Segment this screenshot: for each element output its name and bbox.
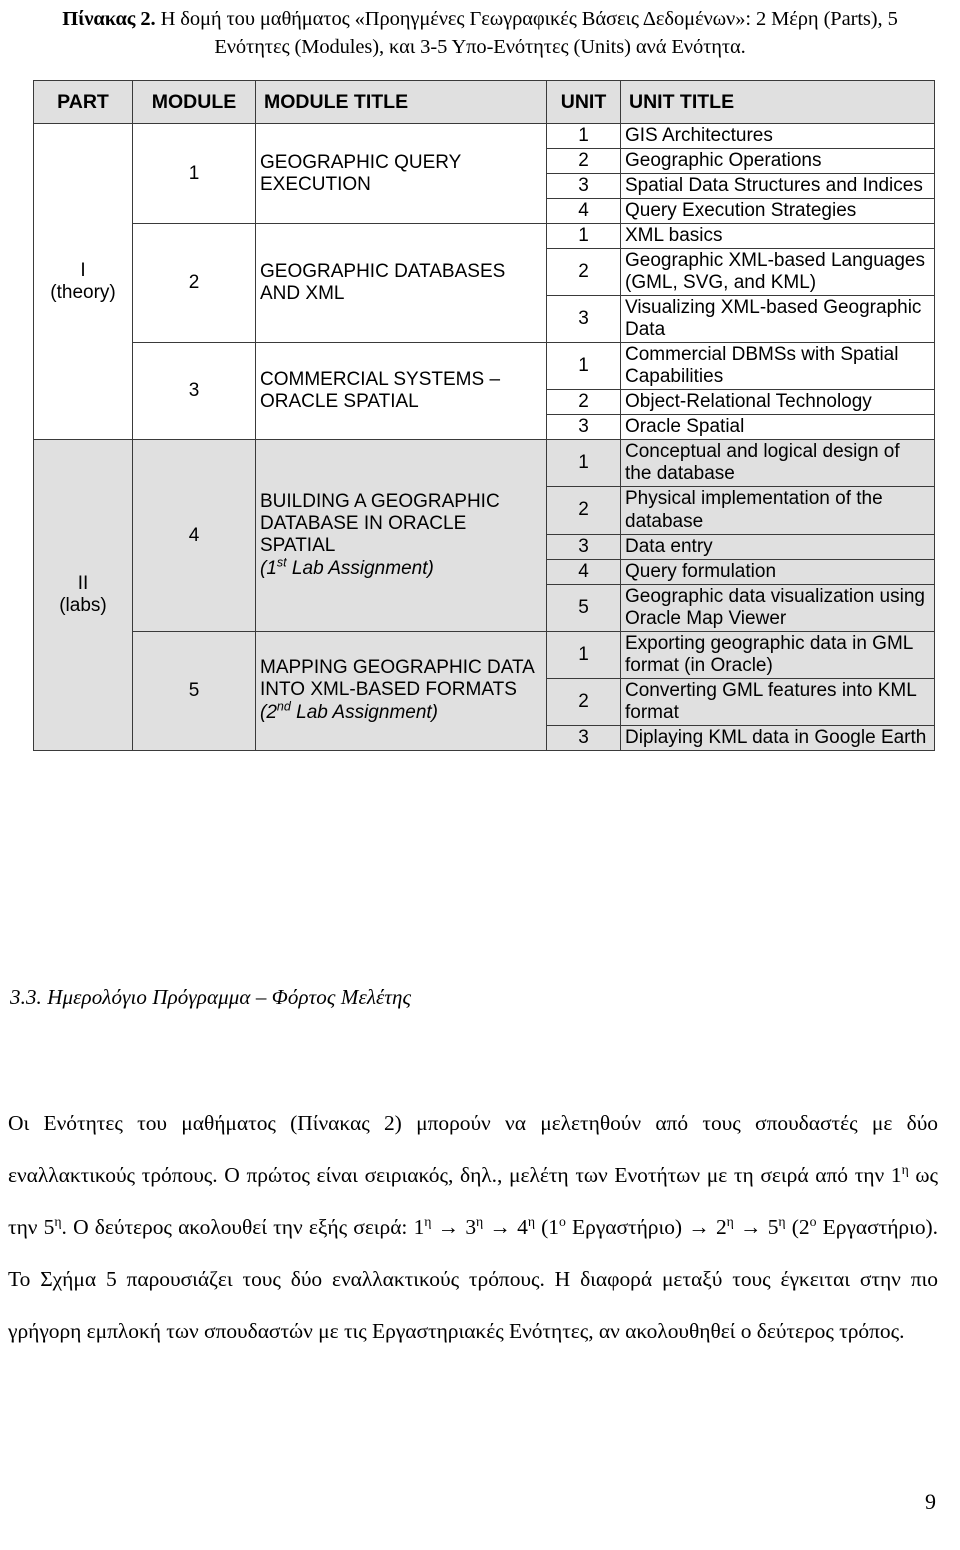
page-number: 9 <box>925 1489 936 1514</box>
unit-title-cell: Exporting geographic data in GML format … <box>620 630 935 679</box>
module-title-text: GEOGRAPHIC QUERY EXECUTION <box>260 151 461 195</box>
unit-number-cell: 3 <box>546 724 621 751</box>
table-caption-text: Η δομή του μαθήματος «Προηγμένες Γεωγραφ… <box>155 8 898 58</box>
paragraph-segment: Εργαστήριο) → 2 <box>565 1214 727 1239</box>
unit-number-cell: 2 <box>546 148 621 175</box>
part-sublabel: (labs) <box>59 595 107 617</box>
paragraph-segment: (2 <box>785 1214 810 1239</box>
column-header-unit: UNIT <box>546 80 621 124</box>
ordinal-sup: η <box>726 1213 734 1229</box>
paragraph-segment: → 3 <box>431 1214 477 1239</box>
table-caption: Πίνακας 2. Η δομή του μαθήματος «Προηγμέ… <box>33 6 927 61</box>
ordinal-sup: η <box>778 1213 786 1229</box>
unit-number-cell: 3 <box>546 533 621 560</box>
unit-title-cell: Commercial DBMSs with Spatial Capabiliti… <box>620 342 935 391</box>
column-header-module-title: MODULE TITLE <box>255 80 547 124</box>
unit-number-cell: 2 <box>546 486 621 535</box>
unit-number-cell: 1 <box>546 439 621 488</box>
table-row: 3 COMMERCIAL SYSTEMS – ORACLE SPATIAL 1 Com… <box>34 342 935 441</box>
unit-title-cell: Oracle Spatial <box>620 414 935 441</box>
module-title-cell: BUILDING A GEOGRAPHIC DATABASE IN ORACLE… <box>255 439 547 632</box>
part-sublabel: (theory) <box>50 281 116 303</box>
column-header-unit-title: UNIT TITLE <box>620 80 935 124</box>
module-subtitle-text: (1st Lab Assignment) <box>260 555 434 580</box>
table-row: II (labs) 4 BUILDING A GEOGRAPHIC DATABASE … <box>33 439 935 751</box>
module-title-text: MAPPING GEOGRAPHIC DATA INTO XML-BASED F… <box>260 657 534 701</box>
unit-number-cell: 1 <box>546 630 621 679</box>
module-title-text: COMMERCIAL SYSTEMS – ORACLE SPATIAL <box>260 369 501 413</box>
unit-number-cell: 3 <box>546 295 621 344</box>
unit-number-cell: 3 <box>546 173 621 200</box>
unit-number-cell: 2 <box>546 677 621 726</box>
unit-number-cell: 5 <box>546 583 621 632</box>
unit-title-cell: Geographic XML-based Languages (GML, SVG… <box>620 248 935 297</box>
module-number-cell: 3 <box>132 342 256 441</box>
module-number-cell: 4 <box>132 439 256 632</box>
section-heading: 3.3. Ημερολόγιο Πρόγραμμα – Φόρτος Μελέτ… <box>10 985 412 1009</box>
part-label: II <box>77 573 89 595</box>
ordinal-sup: η <box>54 1213 62 1229</box>
unit-title-cell: Geographic Operations <box>620 148 935 175</box>
unit-title-cell: Geographic data visualization using Orac… <box>620 583 935 632</box>
unit-number-cell: 3 <box>546 414 621 441</box>
unit-number-cell: 2 <box>546 248 621 297</box>
unit-number-cell: 1 <box>546 122 621 150</box>
unit-title-cell: Physical implementation of the database <box>620 486 935 535</box>
module-title-cell: GEOGRAPHIC QUERY EXECUTION <box>255 122 547 225</box>
module-title-cell: COMMERCIAL SYSTEMS – ORACLE SPATIAL <box>255 342 547 441</box>
course-structure-table: PART MODULE MODULE TITLE UNIT UNIT TITLE… <box>33 80 935 751</box>
module-title-text: GEOGRAPHIC DATABASES AND XML <box>260 261 506 305</box>
table-caption-label: Πίνακας 2. <box>62 8 156 30</box>
course-structure-table-container: PART MODULE MODULE TITLE UNIT UNIT TITLE… <box>33 80 935 751</box>
ordinal-sup: η <box>527 1213 535 1229</box>
module-title-cell: GEOGRAPHIC DATABASES AND XML <box>255 223 547 344</box>
unit-number-cell: 1 <box>546 342 621 391</box>
unit-title-cell: Conceptual and logical design of the dat… <box>620 439 935 488</box>
module-number-cell: 2 <box>132 223 256 344</box>
table-row: 5 MAPPING GEOGRAPHIC DATA INTO XML-BASED … <box>34 630 935 751</box>
paragraph-segment: Οι Ενότητες του μαθήματος (Πίνακας 2) μπ… <box>8 1110 938 1187</box>
table-header: PART MODULE MODULE TITLE UNIT UNIT TITLE <box>33 80 935 124</box>
module-number-cell: 5 <box>132 630 256 751</box>
unit-number-cell: 4 <box>546 558 621 585</box>
body-paragraph: Οι Ενότητες του μαθήματος (Πίνακας 2) μπ… <box>8 1097 938 1357</box>
unit-title-cell: Data entry <box>620 533 935 560</box>
unit-title-cell: Query formulation <box>620 558 935 585</box>
ordinal-sup: η <box>901 1161 909 1177</box>
unit-number-cell: 2 <box>546 389 621 416</box>
paragraph-segment: (1 <box>534 1214 559 1239</box>
paragraph-segment: → 5 <box>733 1214 779 1239</box>
table-row: I (theory) 1 GEOGRAPHIC QUERY EXECUTION 1 GIS… <box>33 122 935 441</box>
part-cell: II (labs) <box>33 439 133 751</box>
paragraph-segment: . Ο δεύτερος ακολουθεί την εξής σειρά: 1 <box>61 1214 425 1239</box>
part-cell: I (theory) <box>33 122 133 441</box>
ordinal-sup: st <box>276 555 287 570</box>
paragraph-segment: → 4 <box>483 1214 528 1239</box>
table-body: I (theory) 1 GEOGRAPHIC QUERY EXECUTION 1 GIS… <box>33 122 935 751</box>
unit-title-cell: Converting GML features into KML format <box>620 677 935 726</box>
unit-title-cell: XML basics <box>620 223 935 250</box>
module-title-text: BUILDING A GEOGRAPHIC DATABASE IN ORACLE… <box>260 490 500 557</box>
column-header-module: MODULE <box>132 80 256 124</box>
unit-title-cell: Query Execution Strategies <box>620 198 935 225</box>
table-row: 2 GEOGRAPHIC DATABASES AND XML 1 XML basics <box>34 223 935 344</box>
module-subtitle-text: (2nd Lab Assignment) <box>260 699 439 724</box>
unit-number-cell: 4 <box>546 198 621 225</box>
module-number-cell: 1 <box>132 122 256 225</box>
part-label: I <box>80 259 86 281</box>
ordinal-sup: nd <box>276 699 291 714</box>
module-title-cell: MAPPING GEOGRAPHIC DATA INTO XML-BASED F… <box>255 630 547 751</box>
unit-number-cell: 1 <box>546 223 621 250</box>
unit-title-cell: Visualizing XML-based Geographic Data <box>620 295 935 344</box>
unit-title-cell: GIS Architectures <box>620 122 935 150</box>
ordinal-sup: ο <box>559 1213 566 1229</box>
unit-title-cell: Object-Relational Technology <box>620 389 935 416</box>
column-header-part: PART <box>33 80 133 124</box>
table-header-row: PART MODULE MODULE TITLE UNIT UNIT TITLE <box>33 80 935 124</box>
unit-title-cell: Spatial Data Structures and Indices <box>620 173 935 200</box>
unit-title-cell: Diplaying KML data in Google Earth <box>620 724 935 751</box>
